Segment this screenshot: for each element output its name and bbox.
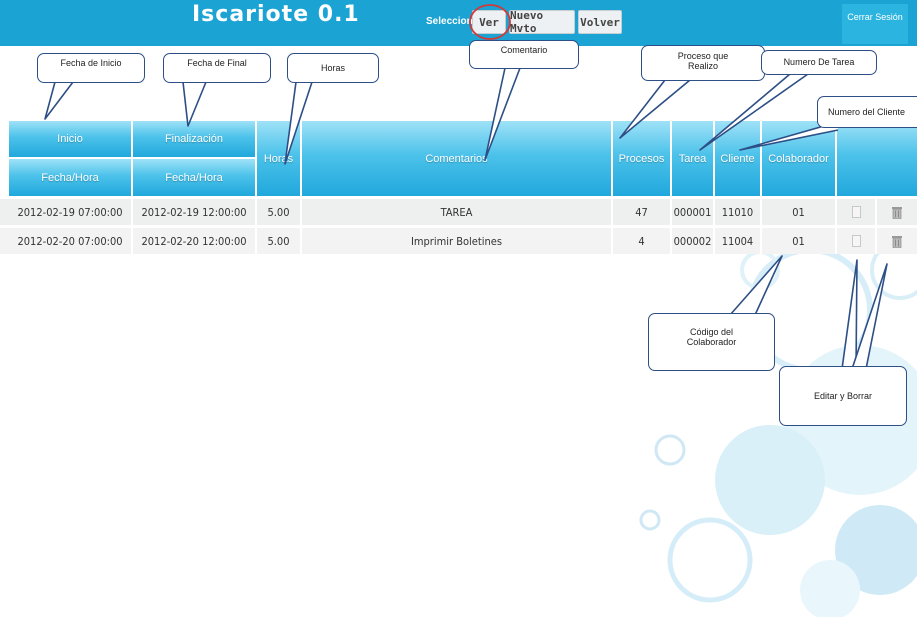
ver-button[interactable]: Ver [472, 10, 506, 34]
callout-editar-borrar: Editar y Borrar [779, 366, 907, 426]
nuevo-mvto-button[interactable]: Nuevo Mvto [509, 9, 575, 35]
edit-button[interactable] [837, 228, 877, 254]
callout-comentario: Comentario [469, 40, 579, 69]
cell-comentario: Imprimir Boletines [302, 228, 613, 254]
trash-icon [892, 206, 902, 219]
cell-final: 2012-02-19 12:00:00 [133, 199, 257, 225]
header-fecha-hora-final: Fecha/Hora [133, 159, 257, 196]
cell-final: 2012-02-20 12:00:00 [133, 228, 257, 254]
callout-proceso: Proceso que Realizo [641, 45, 765, 81]
callout-numero-cliente: Numero del Cliente [817, 96, 917, 128]
app-logo: Iscariote 0.1 [192, 2, 360, 27]
table-row: 2012-02-20 07:00:00 2012-02-20 12:00:00 … [0, 228, 917, 254]
header-actions [837, 121, 917, 196]
delete-button[interactable] [877, 199, 917, 225]
cell-horas: 5.00 [257, 228, 302, 254]
cell-tarea: 000002 [672, 228, 715, 254]
cell-inicio: 2012-02-19 07:00:00 [9, 199, 133, 225]
cell-cliente: 11010 [715, 199, 762, 225]
edit-icon [851, 235, 861, 247]
cell-inicio: 2012-02-20 07:00:00 [9, 228, 133, 254]
callout-fecha-final: Fecha de Final [163, 53, 271, 83]
edit-icon [851, 206, 861, 218]
table-row: 2012-02-19 07:00:00 2012-02-19 12:00:00 … [0, 199, 917, 225]
header-fecha-hora-inicio: Fecha/Hora [9, 159, 133, 196]
trash-icon [892, 235, 902, 248]
cell-colaborador: 01 [762, 228, 837, 254]
cell-horas: 5.00 [257, 199, 302, 225]
top-bar: Iscariote 0.1 Seleccione: Ver Nuevo Mvto… [0, 0, 917, 46]
logout-button[interactable]: Cerrar Sesión [842, 4, 908, 44]
delete-button[interactable] [877, 228, 917, 254]
callout-horas: Horas [287, 53, 379, 83]
cell-comentario: TAREA [302, 199, 613, 225]
header-procesos: Procesos [613, 121, 672, 196]
cell-tarea: 000001 [672, 199, 715, 225]
header-cliente: Cliente [715, 121, 762, 196]
volver-button[interactable]: Volver [578, 10, 622, 34]
header-horas: Horas [257, 121, 302, 196]
cell-procesos: 4 [613, 228, 672, 254]
callout-pointers [44, 4, 888, 370]
callout-fecha-inicio: Fecha de Inicio [37, 53, 145, 83]
cell-procesos: 47 [613, 199, 672, 225]
header-finalizacion: Finalización [133, 121, 257, 157]
header-colaborador: Colaborador [762, 121, 837, 196]
header-inicio: Inicio [9, 121, 133, 157]
header-tarea: Tarea [672, 121, 715, 196]
callout-codigo-colaborador: Código del Colaborador [648, 313, 775, 371]
edit-button[interactable] [837, 199, 877, 225]
callout-numero-tarea: Numero De Tarea [761, 50, 877, 75]
cell-colaborador: 01 [762, 199, 837, 225]
header-comentarios: Comentarios [302, 121, 613, 196]
cell-cliente: 11004 [715, 228, 762, 254]
